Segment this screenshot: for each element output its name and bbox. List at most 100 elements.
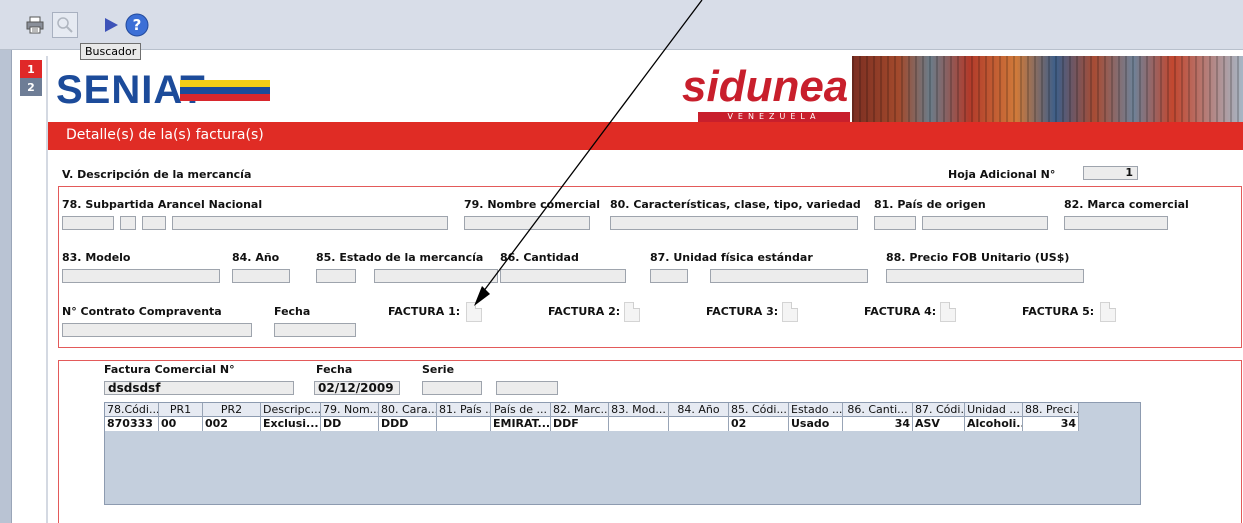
table-column-header[interactable]: 80. Cara... bbox=[379, 403, 437, 417]
factura-fecha-label: Fecha bbox=[316, 363, 353, 376]
factura-5-label: FACTURA 5: bbox=[1022, 305, 1095, 318]
factura-2-label: FACTURA 2: bbox=[548, 305, 621, 318]
search-tooltip: Buscador bbox=[80, 43, 142, 60]
unidad-fisica-label: 87. Unidad física estándar bbox=[650, 251, 813, 264]
table-cell[interactable]: 34 bbox=[1023, 417, 1079, 431]
table-column-header[interactable]: 88. Preci... bbox=[1023, 403, 1079, 417]
table-column-header[interactable]: 85. Códi... bbox=[729, 403, 789, 417]
pais-origen-name-field[interactable] bbox=[922, 216, 1048, 230]
unidad-fisica-code-field[interactable] bbox=[650, 269, 688, 283]
subpartida-field-3[interactable] bbox=[142, 216, 166, 230]
table-column-header[interactable]: 82. Marc... bbox=[551, 403, 609, 417]
unidad-fisica-name-field[interactable] bbox=[710, 269, 868, 283]
factura-numero-field[interactable]: dsdsdsf bbox=[104, 381, 294, 395]
table-cell[interactable] bbox=[669, 417, 729, 431]
table-column-header[interactable]: 84. Año bbox=[669, 403, 729, 417]
description-label: V. Descripción de la mercancía bbox=[62, 168, 252, 181]
table-column-header[interactable]: Estado ... bbox=[789, 403, 843, 417]
ano-field[interactable] bbox=[232, 269, 290, 283]
table-column-header[interactable]: Unidad ... bbox=[965, 403, 1023, 417]
fecha-contrato-label: Fecha bbox=[274, 305, 311, 318]
table-cell[interactable]: 00 bbox=[159, 417, 203, 431]
table-column-header[interactable]: 83. Mod... bbox=[609, 403, 669, 417]
factura-4-doc-icon[interactable] bbox=[940, 302, 956, 322]
table-column-header[interactable]: 87. Códi... bbox=[913, 403, 965, 417]
table-cell[interactable]: 34 bbox=[843, 417, 913, 431]
table-cell[interactable] bbox=[437, 417, 491, 431]
marca-comercial-label: 82. Marca comercial bbox=[1064, 198, 1189, 211]
factura-5-doc-icon[interactable] bbox=[1100, 302, 1116, 322]
caracteristicas-field[interactable] bbox=[610, 216, 858, 230]
modelo-field[interactable] bbox=[62, 269, 220, 283]
table-column-header[interactable]: 78.Códi... bbox=[105, 403, 159, 417]
page-tab-1[interactable]: 1 bbox=[20, 60, 42, 78]
table-column-header[interactable]: 81. País ... bbox=[437, 403, 491, 417]
estado-code-field[interactable] bbox=[316, 269, 356, 283]
table-cell[interactable]: Exclusi... bbox=[261, 417, 321, 431]
table-cell[interactable]: 002 bbox=[203, 417, 261, 431]
table-column-header[interactable]: PR2 bbox=[203, 403, 261, 417]
cantidad-label: 86. Cantidad bbox=[500, 251, 579, 264]
factura-1-doc-icon[interactable] bbox=[466, 302, 482, 322]
table-cell[interactable]: Alcoholi... bbox=[965, 417, 1023, 431]
table-cell[interactable] bbox=[609, 417, 669, 431]
table-cell[interactable]: 870333 bbox=[105, 417, 159, 431]
factura-serie-label: Serie bbox=[422, 363, 455, 376]
precio-fob-field[interactable] bbox=[886, 269, 1084, 283]
hoja-field[interactable]: 1 bbox=[1083, 166, 1138, 180]
table-cell[interactable]: DD bbox=[321, 417, 379, 431]
svg-text:?: ? bbox=[133, 16, 142, 34]
left-bar bbox=[0, 50, 12, 523]
banner: SENIAT sidunea VENEZUELA bbox=[48, 56, 1243, 122]
sidunea-logo: sidunea bbox=[682, 62, 849, 111]
printer-icon[interactable] bbox=[22, 12, 48, 38]
factura-serie-field-2[interactable] bbox=[496, 381, 558, 395]
containers-image bbox=[852, 56, 1243, 122]
table-column-header[interactable]: Descripc... bbox=[261, 403, 321, 417]
estado-label: 85. Estado de la mercancía bbox=[316, 251, 484, 264]
table-column-header[interactable]: PR1 bbox=[159, 403, 203, 417]
table-column-header[interactable]: 79. Nom... bbox=[321, 403, 379, 417]
caracteristicas-label: 80. Características, clase, tipo, varied… bbox=[610, 198, 861, 211]
table-cell[interactable]: Usado bbox=[789, 417, 843, 431]
hoja-label: Hoja Adicional N° bbox=[948, 168, 1056, 181]
table-cell[interactable]: EMIRAT... bbox=[491, 417, 551, 431]
items-table[interactable]: 78.Códi... PR1 PR2 Descripc... 79. Nom... 80.… bbox=[104, 402, 1141, 505]
pais-origen-label: 81. País de origen bbox=[874, 198, 986, 211]
play-icon[interactable] bbox=[98, 12, 124, 38]
table-row[interactable]: 870333 00 002 Exclusi... DD DDD EMIRAT... DDF 02… bbox=[105, 417, 1079, 431]
table-column-header[interactable]: 86. Canti... bbox=[843, 403, 913, 417]
subpartida-field-2[interactable] bbox=[120, 216, 136, 230]
factura-3-label: FACTURA 3: bbox=[706, 305, 779, 318]
cantidad-field[interactable] bbox=[500, 269, 626, 283]
table-cell[interactable]: ASV bbox=[913, 417, 965, 431]
estado-name-field[interactable] bbox=[374, 269, 498, 283]
contrato-label: N° Contrato Compraventa bbox=[62, 305, 222, 318]
contrato-field[interactable] bbox=[62, 323, 252, 337]
section-title: Detalle(s) de la(s) factura(s) bbox=[48, 122, 1243, 150]
factura-4-label: FACTURA 4: bbox=[864, 305, 937, 318]
help-icon[interactable]: ? bbox=[124, 12, 150, 38]
factura-serie-field-1[interactable] bbox=[422, 381, 482, 395]
search-icon[interactable] bbox=[52, 12, 78, 38]
table-header: 78.Códi... PR1 PR2 Descripc... 79. Nom... 80.… bbox=[105, 403, 1079, 417]
table-column-header[interactable]: País de ... bbox=[491, 403, 551, 417]
toolbar: ? bbox=[0, 0, 1243, 50]
subpartida-field-4[interactable] bbox=[172, 216, 448, 230]
pais-origen-code-field[interactable] bbox=[874, 216, 916, 230]
ano-label: 84. Año bbox=[232, 251, 280, 264]
page-tab-2[interactable]: 2 bbox=[20, 78, 42, 96]
fecha-contrato-field[interactable] bbox=[274, 323, 356, 337]
factura-fecha-field[interactable]: 02/12/2009 bbox=[314, 381, 400, 395]
factura-3-doc-icon[interactable] bbox=[782, 302, 798, 322]
nombre-comercial-label: 79. Nombre comercial bbox=[464, 198, 601, 211]
factura-1-label: FACTURA 1: bbox=[388, 305, 461, 318]
table-cell[interactable]: DDF bbox=[551, 417, 609, 431]
subpartida-field-1[interactable] bbox=[62, 216, 114, 230]
table-cell[interactable]: 02 bbox=[729, 417, 789, 431]
form-content: SENIAT sidunea VENEZUELA Detalle(s) de l… bbox=[48, 56, 1243, 523]
factura-2-doc-icon[interactable] bbox=[624, 302, 640, 322]
marca-comercial-field[interactable] bbox=[1064, 216, 1168, 230]
nombre-comercial-field[interactable] bbox=[464, 216, 590, 230]
table-cell[interactable]: DDD bbox=[379, 417, 437, 431]
